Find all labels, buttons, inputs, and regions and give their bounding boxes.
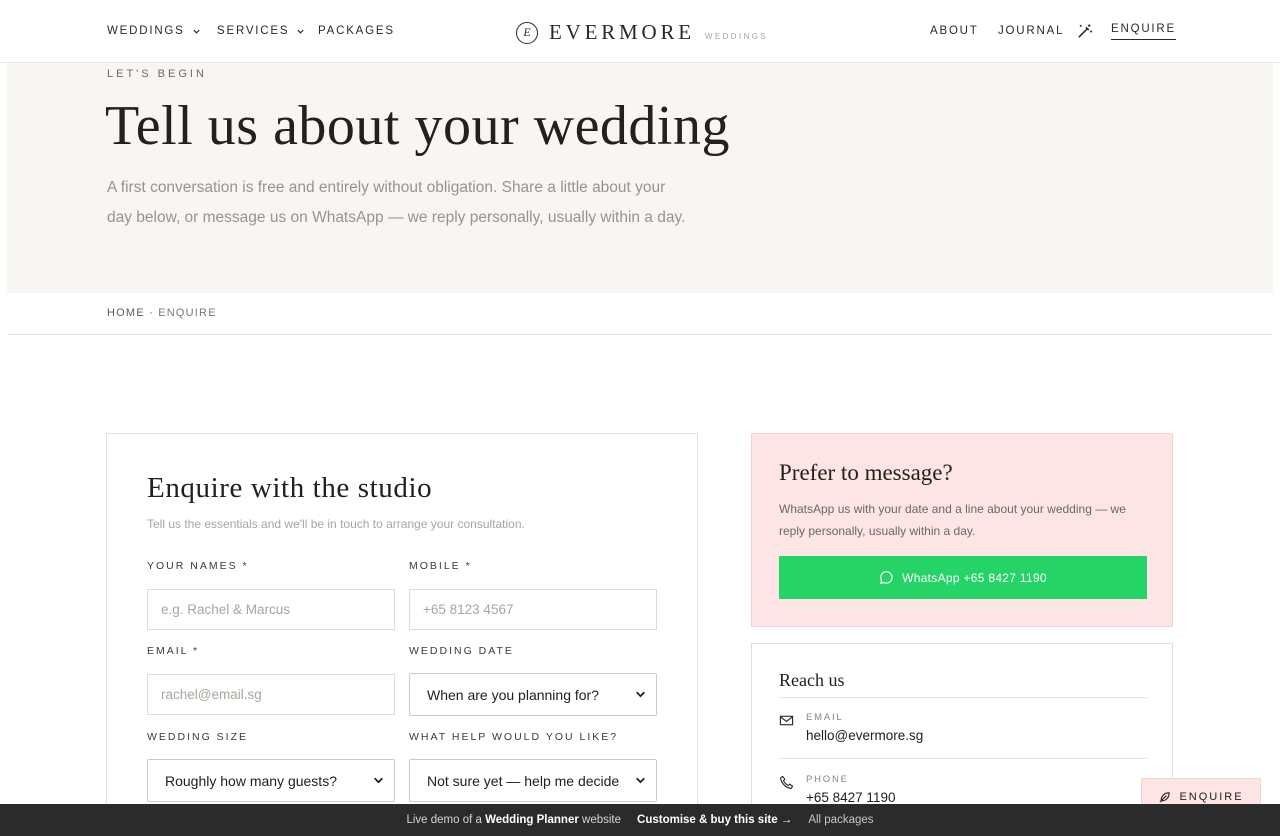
wedding-date-value: When are you planning for? (427, 686, 599, 703)
nav-enquire-label: ENQUIRE (1111, 23, 1176, 35)
phone-contact-label: PHONE (806, 774, 849, 785)
site-logo[interactable]: E EVERMORE WEDDINGS (516, 20, 768, 45)
demo-bar-prefix: Live demo of a (406, 814, 482, 826)
wedding-size-select[interactable]: Roughly how many guests? (147, 759, 395, 802)
names-label: YOUR NAMES * (147, 560, 249, 572)
site-header: WEDDINGS SERVICES PACKAGES E EVERMORE WE… (0, 0, 1280, 63)
nav-about[interactable]: ABOUT (930, 25, 979, 37)
chevron-down-icon (636, 691, 645, 698)
divider (779, 697, 1147, 698)
nav-about-label: ABOUT (930, 25, 979, 37)
customise-buy-link[interactable]: Customise & buy this site → (637, 814, 792, 826)
whatsapp-button[interactable]: WhatsApp +65 8427 1190 (779, 556, 1147, 599)
nav-packages[interactable]: PACKAGES (318, 25, 395, 37)
form-title: Enquire with the studio (147, 472, 433, 504)
divider (7, 334, 1273, 335)
mobile-label: MOBILE * (409, 560, 472, 572)
nav-enquire[interactable]: ENQUIRE (1111, 23, 1176, 40)
help-label: WHAT HELP WOULD YOU LIKE? (409, 731, 619, 743)
logo-wordmark: EVERMORE (549, 20, 695, 44)
form-subtitle: Tell us the essentials and we'll be in t… (147, 517, 525, 531)
breadcrumb-separator: · (149, 307, 154, 319)
wedding-date-select[interactable]: When are you planning for? (409, 673, 657, 716)
demo-bar-site-type: Wedding Planner (485, 814, 579, 826)
wedding-size-value: Roughly how many guests? (165, 772, 337, 789)
email-contact-label: EMAIL (806, 712, 844, 723)
feather-icon (1159, 791, 1171, 803)
divider (779, 758, 1147, 759)
whatsapp-card-title: Prefer to message? (779, 460, 953, 485)
logo-mark: E (516, 21, 538, 44)
breadcrumb-home[interactable]: HOME (107, 307, 145, 319)
nav-weddings-label: WEDDINGS (107, 25, 185, 37)
nav-weddings[interactable]: WEDDINGS (107, 25, 201, 37)
nav-journal-label: JOURNAL (998, 25, 1065, 37)
chevron-down-icon (636, 777, 645, 784)
names-input[interactable] (147, 589, 395, 630)
hero-eyebrow: LET'S BEGIN (107, 68, 207, 80)
chat-bubble-icon (880, 571, 893, 585)
phone-contact-link[interactable]: +65 8427 1190 (806, 790, 895, 805)
floating-enquire-label: ENQUIRE (1179, 791, 1244, 803)
help-select[interactable]: Not sure yet — help me decide (409, 759, 657, 802)
nav-journal[interactable]: JOURNAL (998, 25, 1064, 37)
mail-icon (779, 715, 794, 726)
page-title: Tell us about your wedding (105, 95, 730, 157)
chevron-down-icon (297, 29, 304, 34)
nav-services[interactable]: SERVICES (217, 25, 305, 37)
breadcrumb: HOME · ENQUIRE (107, 307, 217, 319)
email-contact-link[interactable]: hello@evermore.sg (806, 728, 923, 743)
logo-subtitle: WEDDINGS (704, 32, 769, 41)
chevron-down-icon (193, 29, 200, 34)
reach-us-title: Reach us (779, 670, 845, 690)
mobile-input[interactable] (409, 589, 657, 630)
email-label: EMAIL * (147, 645, 200, 657)
nav-packages-label: PACKAGES (318, 25, 395, 37)
magic-wand-icon[interactable] (1076, 23, 1093, 40)
whatsapp-card: Prefer to message? WhatsApp us with your… (751, 433, 1173, 627)
whatsapp-button-label: WhatsApp +65 8427 1190 (902, 570, 1047, 585)
chevron-down-icon (374, 777, 383, 784)
hero-section: LET'S BEGIN Tell us about your wedding A… (7, 63, 1273, 293)
whatsapp-card-description: WhatsApp us with your date and a line ab… (779, 502, 1126, 538)
demo-bar: Live demo of a Wedding Planner website C… (0, 804, 1280, 836)
hero-description: A first conversation is free and entirel… (107, 179, 686, 226)
demo-bar-suffix: website (582, 814, 622, 826)
phone-icon (780, 775, 794, 789)
help-value: Not sure yet — help me decide (427, 772, 620, 789)
nav-services-label: SERVICES (217, 25, 290, 37)
wedding-date-label: WEDDING DATE (409, 645, 514, 657)
demo-bar-text: Live demo of a Wedding Planner website (406, 814, 621, 826)
wedding-size-label: WEDDING SIZE (147, 731, 249, 743)
breadcrumb-current: ENQUIRE (158, 307, 217, 319)
all-packages-link[interactable]: All packages (808, 814, 873, 826)
enquiry-form-card: Enquire with the studio Tell us the esse… (106, 433, 698, 836)
email-input[interactable] (147, 674, 395, 715)
